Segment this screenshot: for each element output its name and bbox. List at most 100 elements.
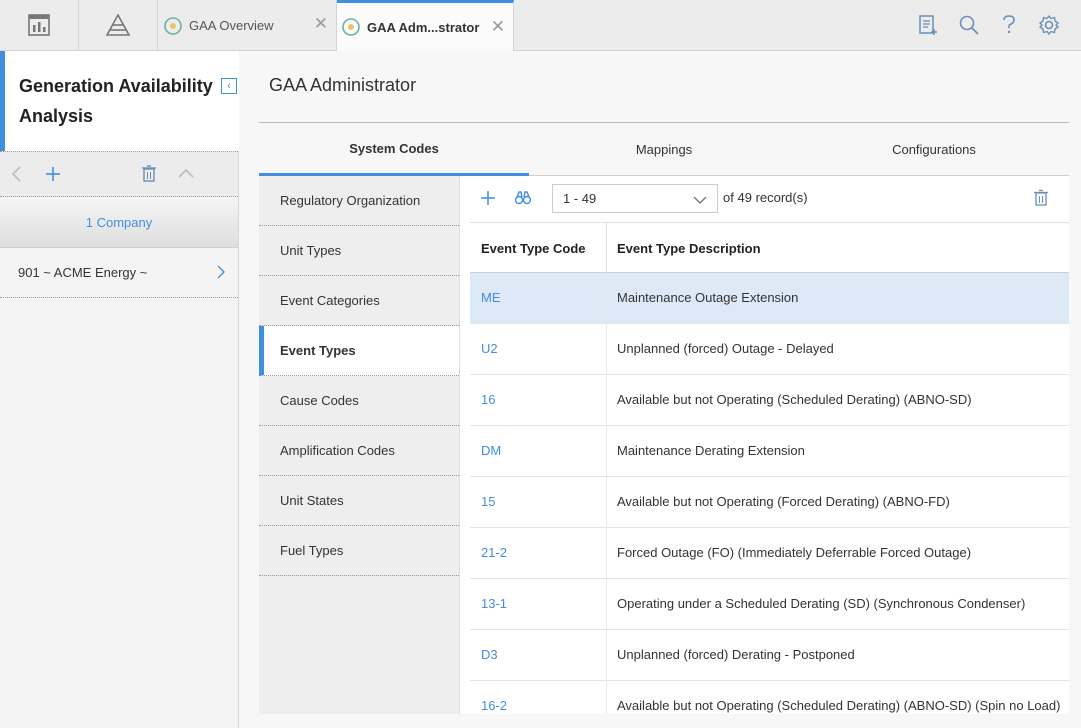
gaa-logo-icon bbox=[164, 16, 182, 35]
tab-gaa-administrator[interactable]: GAA Adm...strator ✕ bbox=[337, 0, 514, 51]
add-icon[interactable] bbox=[44, 164, 62, 189]
event-type-description: Maintenance Outage Extension bbox=[617, 290, 799, 305]
left-panel-toolbar bbox=[0, 151, 238, 197]
code-item-label: Regulatory Organization bbox=[280, 193, 421, 208]
event-type-description: Maintenance Derating Extension bbox=[617, 443, 805, 458]
chevron-up-icon[interactable] bbox=[177, 164, 195, 189]
collapse-panel-button[interactable]: ‹ bbox=[221, 78, 237, 94]
column-separator bbox=[606, 375, 607, 426]
table-row[interactable]: 16-2 Available but not Operating (Schedu… bbox=[470, 681, 1069, 714]
event-type-description: Available but not Operating (Scheduled D… bbox=[617, 698, 1061, 713]
code-item-amplification-codes[interactable]: Amplification Codes bbox=[259, 426, 459, 476]
tab-label: GAA Overview bbox=[189, 18, 274, 33]
help-icon[interactable] bbox=[1000, 14, 1018, 41]
event-type-code[interactable]: DM bbox=[481, 443, 501, 458]
record-count: of 49 record(s) bbox=[723, 190, 808, 205]
delete-icon[interactable] bbox=[1033, 189, 1049, 212]
list-item[interactable]: 901 ~ ACME Energy ~ bbox=[0, 248, 238, 298]
table-row[interactable]: DM Maintenance Derating Extension bbox=[470, 426, 1069, 477]
grid-header: Event Type Code Event Type Description bbox=[470, 222, 1069, 273]
event-type-code[interactable]: 21-2 bbox=[481, 545, 507, 560]
tab-mappings[interactable]: Mappings bbox=[529, 123, 799, 176]
column-separator bbox=[606, 528, 607, 579]
column-separator bbox=[606, 426, 607, 477]
chevron-right-icon bbox=[216, 264, 226, 283]
add-icon[interactable] bbox=[480, 189, 496, 212]
pyramid-button[interactable] bbox=[79, 0, 158, 50]
tab-label: Mappings bbox=[635, 142, 693, 157]
left-panel-header: Generation Availability Analysis ‹ bbox=[0, 51, 239, 151]
table-row[interactable]: 16 Available but not Operating (Schedule… bbox=[470, 375, 1069, 426]
tab-gaa-overview[interactable]: GAA Overview ✕ bbox=[159, 0, 337, 51]
event-type-description: Forced Outage (FO) (Immediately Deferrab… bbox=[617, 545, 972, 560]
back-icon[interactable] bbox=[10, 164, 24, 189]
code-item-label: Fuel Types bbox=[280, 543, 344, 558]
event-type-description: Available but not Operating (Scheduled D… bbox=[617, 392, 972, 407]
subtab-bar: System Codes Mappings Configurations bbox=[259, 123, 1069, 176]
column-separator bbox=[606, 579, 607, 630]
code-item-regulatory-organization[interactable]: Regulatory Organization bbox=[259, 176, 459, 226]
record-count-label: record(s) bbox=[755, 190, 808, 205]
main-content: GAA Administrator System Codes Mappings … bbox=[259, 51, 1069, 714]
chevron-left-icon: ‹ bbox=[227, 80, 231, 92]
event-type-description: Unplanned (forced) Derating - Postponed bbox=[617, 647, 855, 662]
code-item-label: Cause Codes bbox=[280, 393, 359, 408]
left-panel: Generation Availability Analysis ‹ 1 Com… bbox=[0, 51, 239, 728]
code-item-unit-types[interactable]: Unit Types bbox=[259, 226, 459, 276]
top-bar: GAA Overview ✕ GAA Adm...strator ✕ bbox=[0, 0, 1081, 51]
record-count-total: 49 bbox=[737, 190, 752, 205]
section-label: 1 Company bbox=[85, 215, 153, 230]
code-item-label: Event Categories bbox=[280, 293, 380, 308]
column-header-description[interactable]: Event Type Description bbox=[617, 241, 761, 256]
pyramid-icon bbox=[106, 14, 130, 36]
table-row[interactable]: D3 Unplanned (forced) Derating - Postpon… bbox=[470, 630, 1069, 681]
event-type-code[interactable]: 16-2 bbox=[481, 698, 507, 713]
column-separator bbox=[606, 223, 607, 273]
event-type-description: Available but not Operating (Forced Dera… bbox=[617, 494, 950, 509]
table-row[interactable]: 13-1 Operating under a Scheduled Deratin… bbox=[470, 579, 1069, 630]
column-header-code[interactable]: Event Type Code bbox=[481, 241, 586, 256]
code-item-event-types[interactable]: Event Types bbox=[259, 326, 459, 376]
tab-label: Configurations bbox=[892, 142, 976, 157]
column-separator bbox=[606, 681, 607, 714]
tab-system-codes[interactable]: System Codes bbox=[259, 123, 529, 176]
dashboard-button[interactable] bbox=[0, 0, 79, 50]
record-range-select[interactable]: 1 - 49 bbox=[552, 184, 718, 213]
event-type-code[interactable]: U2 bbox=[481, 341, 498, 356]
table-row[interactable]: ME Maintenance Outage Extension bbox=[470, 273, 1069, 324]
code-item-unit-states[interactable]: Unit States bbox=[259, 476, 459, 526]
table-row[interactable]: 15 Available but not Operating (Forced D… bbox=[470, 477, 1069, 528]
range-value: 1 - 49 bbox=[563, 191, 597, 206]
company-count-header[interactable]: 1 Company bbox=[0, 198, 238, 248]
code-item-event-categories[interactable]: Event Categories bbox=[259, 276, 459, 326]
code-item-label: Unit Types bbox=[280, 243, 342, 258]
code-item-label: Amplification Codes bbox=[280, 443, 395, 458]
table-row[interactable]: 21-2 Forced Outage (FO) (Immediately Def… bbox=[470, 528, 1069, 579]
new-record-icon[interactable] bbox=[918, 14, 938, 41]
main-title: GAA Administrator bbox=[269, 75, 417, 95]
code-item-cause-codes[interactable]: Cause Codes bbox=[259, 376, 459, 426]
column-separator bbox=[606, 630, 607, 681]
binoculars-icon[interactable] bbox=[514, 189, 532, 212]
column-separator bbox=[606, 324, 607, 375]
event-type-code[interactable]: ME bbox=[481, 290, 501, 305]
event-type-code[interactable]: 15 bbox=[481, 494, 495, 509]
code-item-fuel-types[interactable]: Fuel Types bbox=[259, 526, 459, 576]
close-icon[interactable]: ✕ bbox=[491, 17, 505, 37]
event-types-grid: 1 - 49 of 49 record(s) Event Type Code E… bbox=[459, 176, 1069, 714]
code-item-label: Unit States bbox=[280, 493, 344, 508]
close-icon[interactable]: ✕ bbox=[314, 14, 328, 34]
delete-icon[interactable] bbox=[141, 164, 157, 189]
record-count-of: of bbox=[723, 190, 734, 205]
settings-icon[interactable] bbox=[1038, 14, 1060, 41]
search-icon[interactable] bbox=[958, 14, 980, 41]
event-type-code[interactable]: 13-1 bbox=[481, 596, 507, 611]
tab-configurations[interactable]: Configurations bbox=[799, 123, 1069, 176]
event-type-description: Unplanned (forced) Outage - Delayed bbox=[617, 341, 834, 356]
code-item-label: Event Types bbox=[280, 343, 356, 358]
table-row[interactable]: U2 Unplanned (forced) Outage - Delayed bbox=[470, 324, 1069, 375]
event-type-code[interactable]: D3 bbox=[481, 647, 498, 662]
event-type-description: Operating under a Scheduled Derating (SD… bbox=[617, 596, 1026, 611]
page-title: Generation Availability Analysis bbox=[19, 76, 213, 126]
event-type-code[interactable]: 16 bbox=[481, 392, 495, 407]
